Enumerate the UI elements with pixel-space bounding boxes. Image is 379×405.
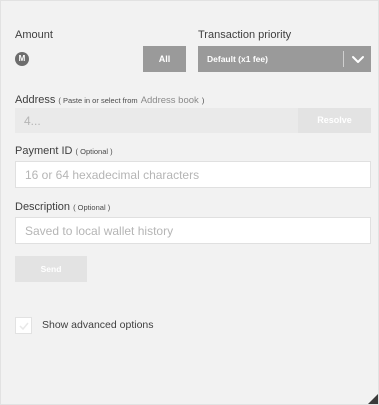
amount-label: Amount bbox=[15, 29, 53, 41]
resolve-button[interactable]: Resolve bbox=[298, 108, 371, 133]
amount-row: M All bbox=[15, 46, 186, 72]
priority-selected-value: Default (x1 fee) bbox=[207, 54, 268, 64]
payment-id-label: Payment ID bbox=[15, 145, 73, 157]
amount-input[interactable] bbox=[35, 46, 157, 72]
address-hint-end: ) bbox=[201, 96, 205, 105]
priority-dropdown[interactable]: Default (x1 fee) bbox=[198, 46, 371, 72]
send-button[interactable]: Send bbox=[15, 256, 87, 282]
advanced-options-checkbox[interactable] bbox=[15, 317, 32, 334]
chevron-down-icon bbox=[352, 56, 364, 63]
description-label-row: Description ( Optional ) bbox=[15, 201, 110, 213]
advanced-options-label[interactable]: Show advanced options bbox=[42, 319, 154, 331]
address-label-row: Address ( Paste in or select from Addres… bbox=[15, 94, 204, 106]
payment-id-input[interactable] bbox=[15, 161, 371, 188]
payment-id-optional: ( Optional ) bbox=[75, 147, 113, 156]
address-hint: ( Paste in or select from bbox=[58, 96, 138, 105]
payment-id-label-row: Payment ID ( Optional ) bbox=[15, 145, 113, 157]
description-input[interactable] bbox=[15, 217, 371, 244]
description-optional: ( Optional ) bbox=[73, 203, 111, 212]
priority-divider bbox=[343, 51, 344, 67]
send-panel: Amount M All Transaction priority Defaul… bbox=[0, 0, 379, 405]
all-button[interactable]: All bbox=[143, 46, 186, 72]
resize-grip-icon[interactable] bbox=[368, 394, 378, 404]
address-input[interactable] bbox=[15, 108, 298, 133]
priority-label: Transaction priority bbox=[198, 29, 292, 41]
address-label: Address bbox=[15, 94, 56, 106]
monero-icon: M bbox=[15, 52, 29, 66]
description-label: Description bbox=[15, 201, 71, 213]
checkmark-icon bbox=[19, 322, 29, 331]
address-book-link[interactable]: Address book bbox=[141, 95, 199, 106]
